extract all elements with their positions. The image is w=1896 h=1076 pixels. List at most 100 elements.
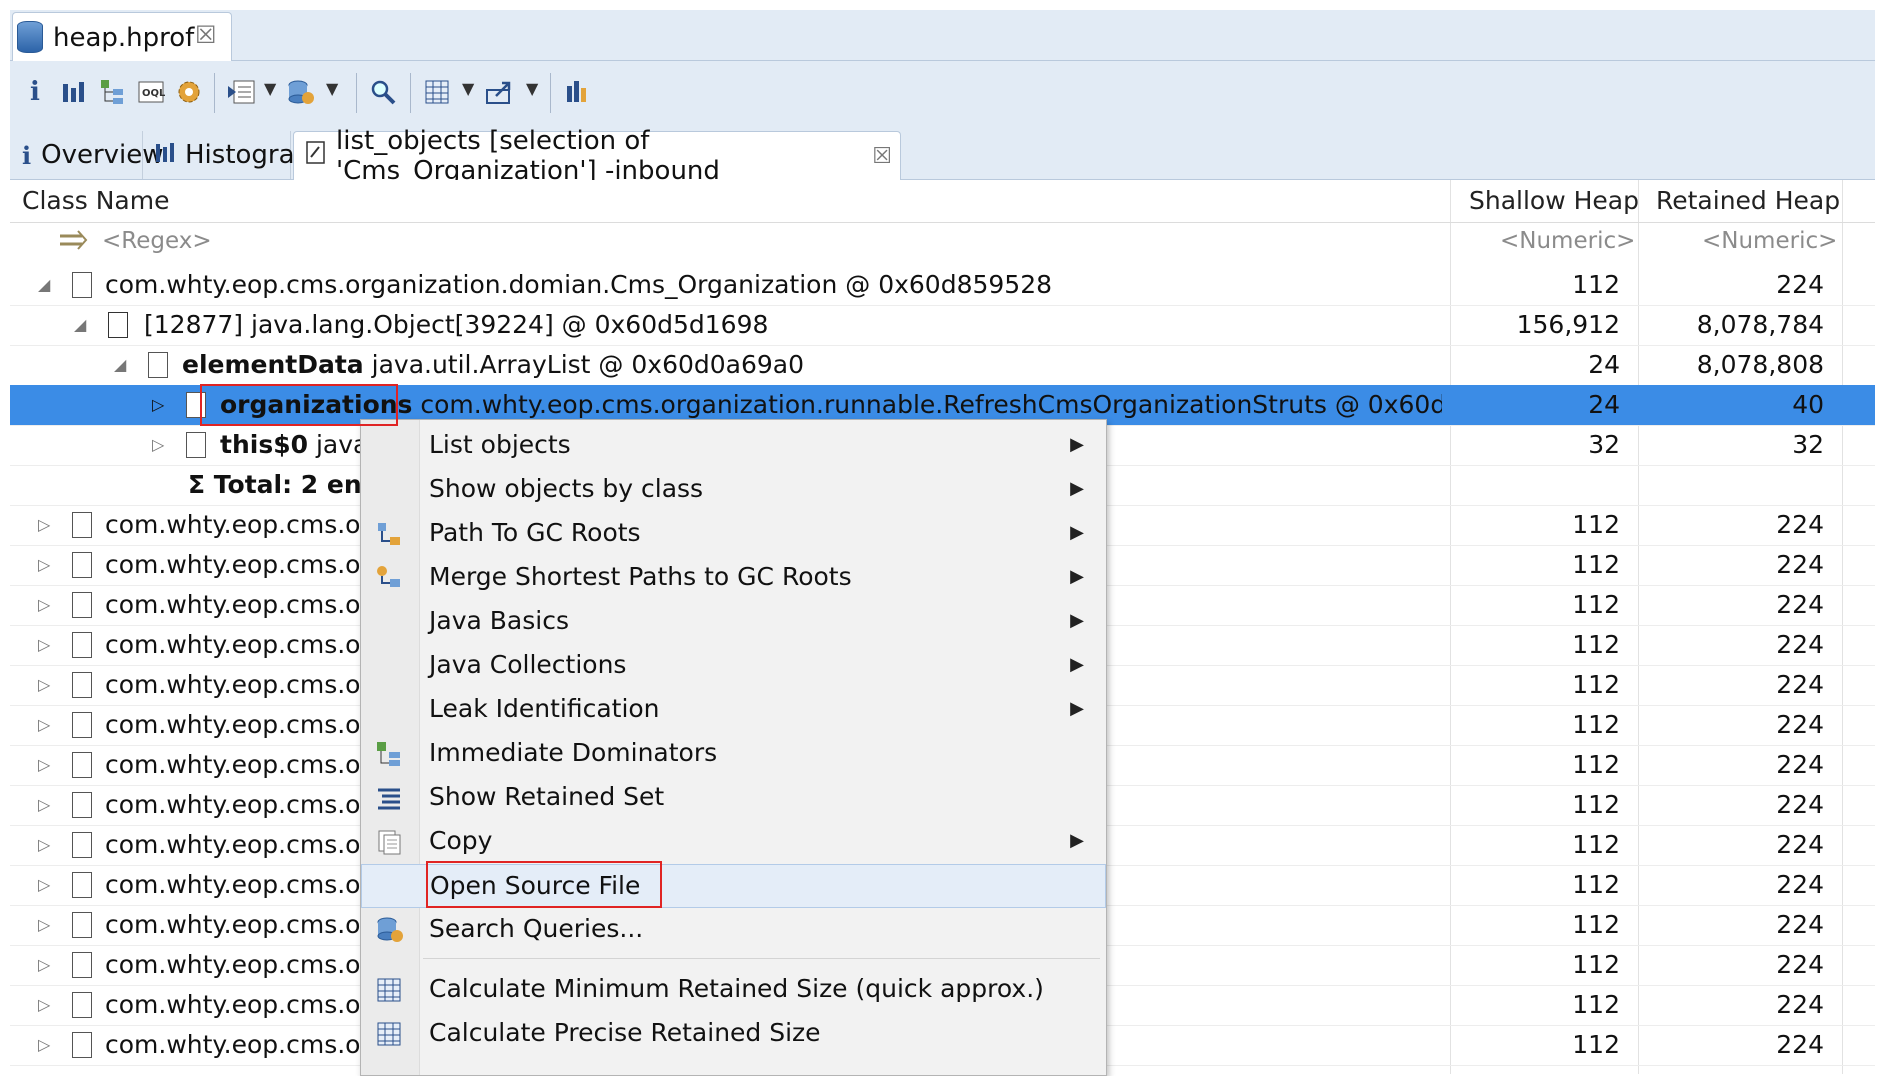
info-icon[interactable]: i: [16, 73, 54, 111]
collapse-icon[interactable]: ◢: [114, 345, 126, 385]
retained-heap-cell: 224: [1776, 590, 1824, 619]
shallow-heap-cell: 24: [1588, 390, 1620, 419]
class-name-filter-input[interactable]: <Regex>: [102, 228, 212, 254]
histogram-icon[interactable]: [54, 73, 92, 111]
group-by-icon[interactable]: [558, 73, 596, 111]
expand-icon[interactable]: ▷: [38, 585, 50, 625]
toolbar-separator: [550, 73, 551, 113]
expand-icon[interactable]: ▷: [38, 705, 50, 745]
search-queries-icon[interactable]: [282, 73, 320, 111]
editor-tab-label: heap.hprof: [53, 23, 195, 53]
tab-histogram[interactable]: Histogram: [143, 131, 320, 179]
chevron-down-icon[interactable]: ▼: [264, 79, 276, 98]
object-label: com.whty.eop.cms.org: [105, 830, 387, 859]
expand-icon[interactable]: ▷: [38, 865, 50, 905]
database-icon: [17, 21, 43, 53]
expand-icon[interactable]: ▷: [38, 985, 50, 1025]
menu-item-immediate-dominators[interactable]: Immediate Dominators: [361, 732, 1106, 776]
menu-item-java-collections[interactable]: Java Collections ▶: [361, 644, 1106, 688]
tab-overview[interactable]: i Overview: [10, 131, 164, 179]
merge-paths-icon: [375, 564, 403, 592]
expand-icon[interactable]: ▷: [152, 425, 164, 465]
expand-icon[interactable]: ▷: [38, 905, 50, 945]
query-browser-icon[interactable]: [222, 73, 260, 111]
filter-icon: [58, 228, 98, 258]
column-header-shallow-heap[interactable]: Shallow Heap: [1469, 186, 1639, 215]
menu-item-merge-shortest-paths-to-gc-roots[interactable]: Merge Shortest Paths to GC Roots ▶: [361, 556, 1106, 600]
menu-item-copy[interactable]: Copy ▶: [361, 820, 1106, 864]
retained-heap-cell: 224: [1776, 830, 1824, 859]
expand-icon[interactable]: ▷: [38, 665, 50, 705]
menu-item-show-retained-set[interactable]: Show Retained Set: [361, 776, 1106, 820]
menu-separator: [423, 958, 1100, 959]
shallow-heap-cell: 112: [1572, 1030, 1620, 1059]
retained-heap-filter-input[interactable]: <Numeric>: [1702, 228, 1837, 254]
table-row[interactable]: ◢ elementData java.util.ArrayList @ 0x60d…: [10, 345, 1875, 386]
shallow-heap-cell: 112: [1572, 870, 1620, 899]
oql-icon[interactable]: OQL: [132, 73, 170, 111]
retained-heap-cell: 224: [1776, 270, 1824, 299]
menu-item-calculate-precise-retained-size[interactable]: Calculate Precise Retained Size: [361, 1012, 1106, 1056]
retained-heap-cell: 8,078,784: [1696, 310, 1824, 339]
calculate-icon[interactable]: [418, 73, 456, 111]
expand-icon[interactable]: ▷: [38, 945, 50, 985]
retained-heap-cell: 224: [1776, 510, 1824, 539]
field-name: [12877]: [144, 310, 244, 339]
export-icon[interactable]: [480, 73, 518, 111]
menu-item-label: Copy: [429, 826, 493, 855]
tab-list-objects[interactable]: list_objects [selection of 'Cms_Organiza…: [293, 126, 901, 186]
copy-icon: [375, 828, 403, 856]
menu-item-calculate-minimum-retained-size-quick-approx[interactable]: Calculate Minimum Retained Size (quick a…: [361, 968, 1106, 1012]
object-label: com.whty.eop.cms.org: [105, 630, 387, 659]
expand-icon[interactable]: ▷: [38, 1025, 50, 1065]
close-icon[interactable]: ☒: [195, 21, 217, 49]
gear-icon[interactable]: [170, 73, 208, 111]
menu-item-leak-identification[interactable]: Leak Identification ▶: [361, 688, 1106, 732]
expand-icon[interactable]: ▷: [38, 625, 50, 665]
table-row[interactable]: ◢ com.whty.eop.cms.organization.domian.Cm…: [10, 265, 1875, 306]
column-header-class-name[interactable]: Class Name: [22, 186, 169, 215]
object-icon: [72, 672, 92, 698]
editor-tab-heap-hprof[interactable]: heap.hprof ☒: [12, 12, 232, 62]
submenu-arrow-icon: ▶: [1070, 654, 1084, 675]
class-name-cell: elementData java.util.ArrayList @ 0x60d0…: [182, 345, 1442, 385]
menu-item-label: Java Basics: [429, 606, 569, 635]
retained-heap-cell: 224: [1776, 630, 1824, 659]
dominator-tree-icon[interactable]: [94, 73, 132, 111]
collapse-icon[interactable]: ◢: [74, 305, 86, 345]
table-row[interactable]: ◢ [12877] java.lang.Object[39224] @ 0x60d…: [10, 305, 1875, 346]
object-icon: [72, 832, 92, 858]
expand-icon[interactable]: ▷: [152, 385, 164, 425]
shallow-heap-cell: 112: [1572, 550, 1620, 579]
menu-item-path-to-gc-roots[interactable]: Path To GC Roots ▶: [361, 512, 1106, 556]
editor-tab-strip: [10, 10, 1875, 61]
expand-icon[interactable]: ▷: [38, 745, 50, 785]
shallow-heap-cell: 112: [1572, 990, 1620, 1019]
find-icon[interactable]: [364, 73, 402, 111]
expand-icon[interactable]: ▷: [38, 505, 50, 545]
menu-item-show-objects-by-class[interactable]: Show objects by class ▶: [361, 468, 1106, 512]
field-name: elementData: [182, 350, 364, 379]
expand-icon[interactable]: ▷: [38, 545, 50, 585]
menu-item-search-queries[interactable]: Search Queries...: [361, 908, 1106, 952]
tab-list-objects-label: list_objects [selection of 'Cms_Organiza…: [336, 126, 720, 186]
column-header-retained-heap[interactable]: Retained Heap: [1656, 186, 1840, 215]
chevron-down-icon[interactable]: ▼: [526, 79, 538, 98]
chevron-down-icon[interactable]: ▼: [326, 79, 338, 98]
expand-icon[interactable]: ▷: [38, 825, 50, 865]
object-icon: [72, 272, 92, 298]
field-name: this$0: [220, 430, 308, 459]
shallow-heap-cell: 112: [1572, 710, 1620, 739]
object-label: com.whty.eop.cms.organization.runnable.R…: [412, 390, 1442, 419]
collapse-icon[interactable]: ◢: [38, 265, 50, 305]
menu-item-java-basics[interactable]: Java Basics ▶: [361, 600, 1106, 644]
menu-item-list-objects[interactable]: List objects ▶: [361, 424, 1106, 468]
expand-icon[interactable]: ▷: [38, 785, 50, 825]
submenu-arrow-icon: ▶: [1070, 610, 1084, 631]
object-label: com.whty.eop.cms.organization.domian.Cms…: [105, 270, 1053, 299]
shallow-heap-filter-input[interactable]: <Numeric>: [1500, 228, 1635, 254]
close-icon[interactable]: ☒: [872, 144, 892, 169]
result-tabs: i Overview Histogram list_objects [selec…: [10, 126, 1875, 186]
submenu-arrow-icon: ▶: [1070, 566, 1084, 587]
chevron-down-icon[interactable]: ▼: [462, 79, 474, 98]
